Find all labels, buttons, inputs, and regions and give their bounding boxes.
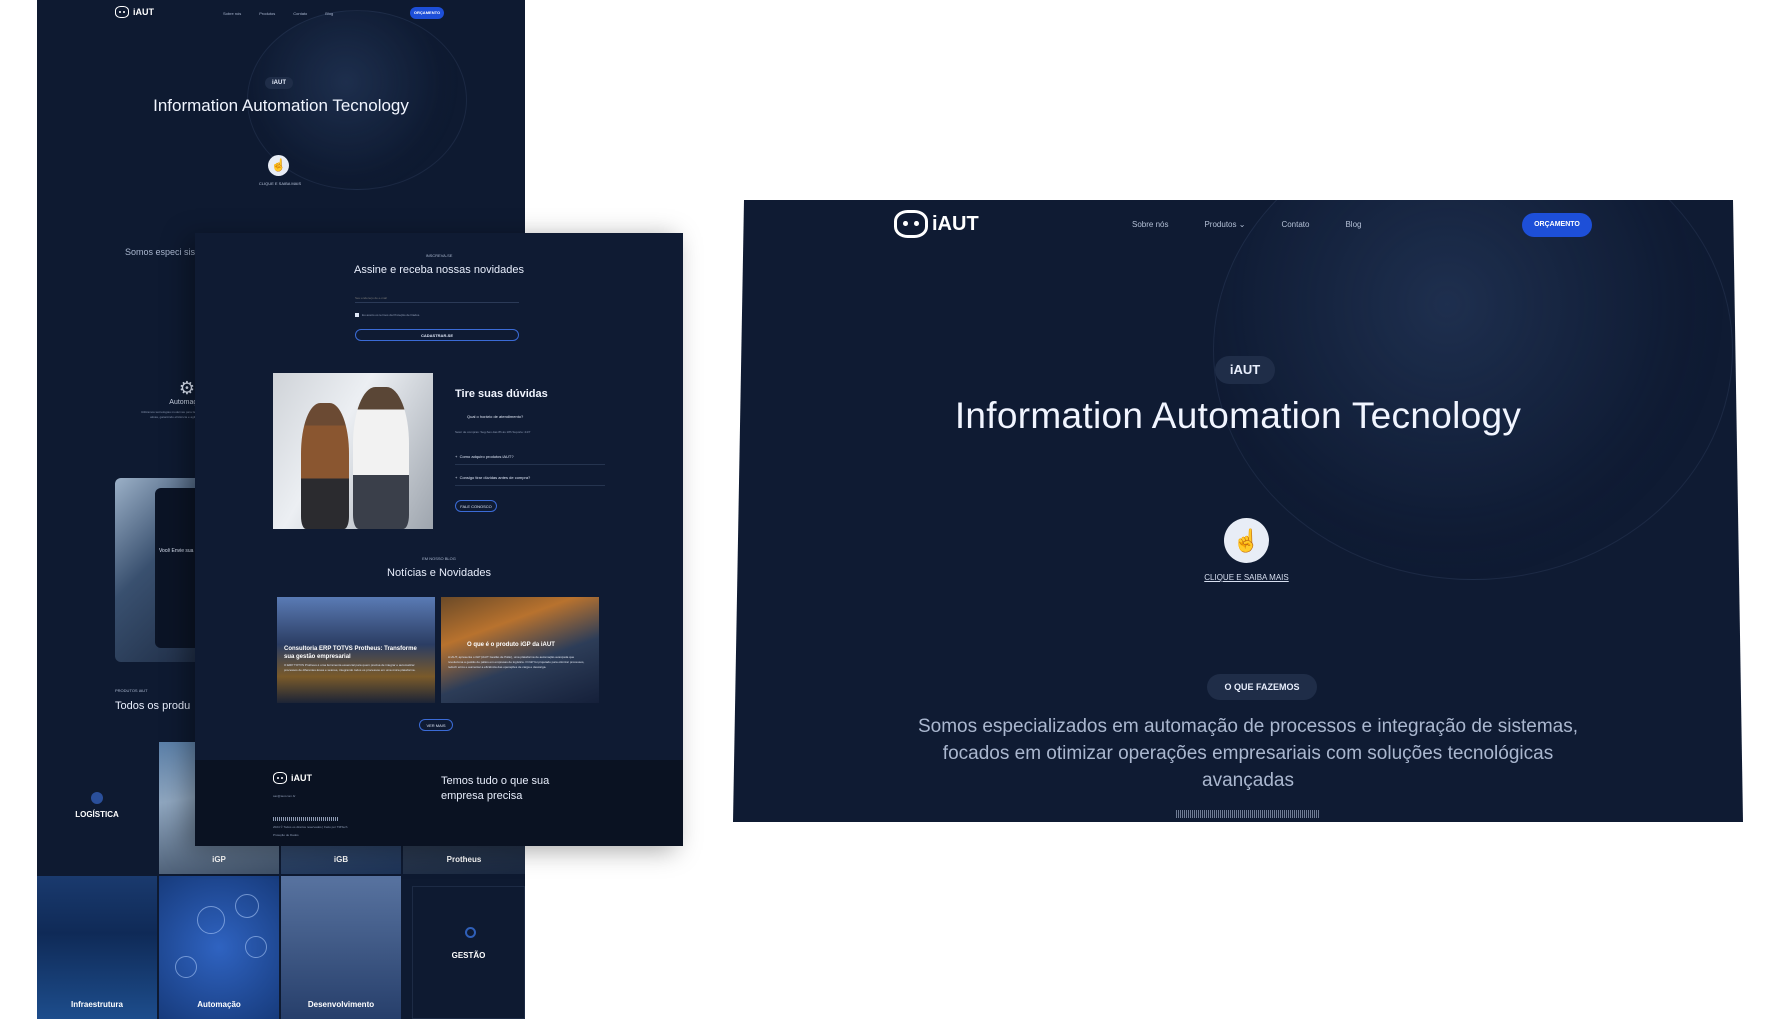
email-field[interactable] <box>355 293 519 303</box>
blog-card-excerpt: O ERP TOTVS Protheus é uma ferramenta es… <box>284 663 416 672</box>
person-woman <box>301 403 349 529</box>
tile-label: GESTÃO <box>451 951 486 960</box>
tile-label: Protheus <box>446 855 482 864</box>
tile-label: LOGÍSTICA <box>75 810 119 819</box>
circuit-icon <box>245 936 267 958</box>
scroll-indicator <box>1176 810 1319 818</box>
hero-title: Information Automation Tecnology <box>153 96 409 115</box>
subscribe-button[interactable]: CADASTRAR-SE <box>355 329 519 341</box>
globe-graphic <box>1213 200 1733 580</box>
footer-email[interactable]: sac@iaut.com.br <box>273 794 296 798</box>
nav-link-produtos[interactable]: Produtos ⌄ <box>1204 220 1245 229</box>
tile-label: iGP <box>212 855 226 864</box>
faq-title: Tire suas dúvidas <box>455 388 548 400</box>
about-text: Somos especializados em automação de pro… <box>917 716 1579 791</box>
blog-card[interactable]: O que é o produto iGP da iAUT A iAUT, ap… <box>441 597 599 703</box>
team-photo <box>273 373 433 529</box>
blog-card-title: O que é o produto iGP da iAUT <box>467 642 555 648</box>
gear-icon <box>465 927 476 938</box>
logo[interactable]: iAUT <box>894 210 979 238</box>
logo-text: iAUT <box>932 212 979 235</box>
nav-link-blog[interactable]: Blog <box>1345 220 1361 229</box>
tile-label: Infraestrutura <box>70 1000 123 1009</box>
hero-badge: iAUT <box>265 77 293 89</box>
person-man <box>353 387 409 529</box>
robot-logo-icon <box>273 772 287 784</box>
blog-card-excerpt: A iAUT, apresenta o iGP (iAUT Gestão de … <box>448 655 585 669</box>
sections-preview: INSCREVA-SE Assine e receba nossas novid… <box>195 233 683 846</box>
consent-checkbox[interactable]: Eu aceito os termos da Proteção de Dados… <box>355 313 420 317</box>
showcase-stage: iAUT Sobre nós Produtos Contato Blog ORÇ… <box>0 0 1786 1024</box>
nav-link-blog[interactable]: Blog <box>325 11 333 16</box>
pointer-hand-icon[interactable]: ☝ <box>268 155 289 176</box>
nav-links: Sobre nós Produtos Contato Blog <box>223 11 333 16</box>
tile-label: iGB <box>333 855 349 864</box>
circuit-icon <box>197 906 225 934</box>
see-more-button[interactable]: VER MAIS <box>419 719 453 731</box>
faq-item[interactable]: + Como adquiro produtos iAUT? <box>455 451 605 465</box>
footer-logo[interactable]: iAUT <box>273 772 312 784</box>
tile-desenvolvimento[interactable]: Desenvolvimento <box>281 876 401 1019</box>
contact-button[interactable]: FALE CONOSCO <box>455 500 497 512</box>
footer-divider <box>273 817 339 821</box>
top-nav: iAUT Sobre nós Produtos Contato Blog ORÇ… <box>37 6 525 22</box>
consent-label: Eu aceito os termos da Proteção de Dados… <box>362 313 421 317</box>
quote-button[interactable]: ORÇAMENTO <box>410 7 444 19</box>
box-icon <box>91 792 103 804</box>
nav-links: Sobre nós Produtos ⌄ Contato Blog <box>1132 220 1361 229</box>
tile-automacao[interactable]: Automação <box>159 876 279 1019</box>
nav-link-sobre[interactable]: Sobre nós <box>223 11 241 16</box>
tile-infraestrutura[interactable]: Infraestrutura <box>37 876 157 1019</box>
robot-logo-icon <box>894 210 928 238</box>
chevron-down-icon: ⌄ <box>1238 220 1246 229</box>
faq-question[interactable]: Qual o horário de atendimento? <box>467 414 523 419</box>
circuit-icon <box>235 894 259 918</box>
nav-link-sobre[interactable]: Sobre nós <box>1132 220 1168 229</box>
faq-item[interactable]: + Consigo tirar dúvidas antes de compra? <box>455 472 605 486</box>
hero-preview: iAUT Sobre nós Produtos ⌄ Contato Blog O… <box>733 200 1743 822</box>
faq-question: Consigo tirar dúvidas antes de compra? <box>459 475 531 480</box>
products-title: Todos os produ <box>115 700 191 712</box>
nav-link-label: Produtos <box>1204 220 1237 229</box>
blog-card[interactable]: Consultoria ERP TOTVS Protheus: Transfor… <box>277 597 435 703</box>
tile-label: Automação <box>197 1000 241 1009</box>
footer: iAUT sac@iaut.com.br 2024 © Todos os dir… <box>195 760 683 846</box>
blog-title: Notícias e Novidades <box>387 567 491 579</box>
logo[interactable]: iAUT <box>115 6 154 18</box>
hero-badge: iAUT <box>1215 356 1275 384</box>
footer-tagline: Temos tudo o que sua empresa precisa <box>441 775 550 802</box>
products-kicker: PRODUTOS iAUT <box>115 688 148 693</box>
newsletter-kicker: INSCREVA-SE <box>425 253 453 258</box>
tile-logistica[interactable]: LOGÍSTICA <box>37 742 157 874</box>
robot-logo-icon <box>115 6 129 18</box>
checkbox-icon[interactable] <box>355 313 359 317</box>
pointer-hand-icon[interactable]: ☝ <box>1224 518 1269 563</box>
logo-text: iAUT <box>291 773 312 783</box>
tile-label: Desenvolvimento <box>307 1000 375 1009</box>
blog-card-title: Consultoria ERP TOTVS Protheus: Transfor… <box>284 646 417 660</box>
about-kicker: O QUE FAZEMOS <box>1207 674 1317 700</box>
hero-title: Information Automation Tecnology <box>954 395 1522 436</box>
nav-link-contato[interactable]: Contato <box>293 11 307 16</box>
footer-copyright: 2024 © Todos os direitos reservados | Fe… <box>273 825 348 829</box>
quote-button[interactable]: ORÇAMENTO <box>1522 213 1592 237</box>
blog-kicker: EM NOSSO BLOG <box>422 556 456 561</box>
tile-gestao[interactable]: GESTÃO <box>412 886 525 1019</box>
newsletter-title: Assine e receba nossas novidades <box>354 264 524 276</box>
hero-cta-label[interactable]: CLIQUE E SAIBA MAIS <box>37 181 523 186</box>
faq-answer: Setor de compras: Seg-Sex das 8h às 18h … <box>455 430 531 434</box>
nav-link-produtos[interactable]: Produtos <box>259 11 275 16</box>
footer-privacy-link[interactable]: Proteção de Dados <box>273 833 299 837</box>
logo-text: iAUT <box>133 7 154 17</box>
faq-question: Como adquiro produtos iAUT? <box>459 454 514 459</box>
hero-cta-label[interactable]: CLIQUE E SAIBA MAIS <box>733 573 1743 582</box>
circuit-icon <box>175 956 197 978</box>
nav-link-contato[interactable]: Contato <box>1281 220 1309 229</box>
